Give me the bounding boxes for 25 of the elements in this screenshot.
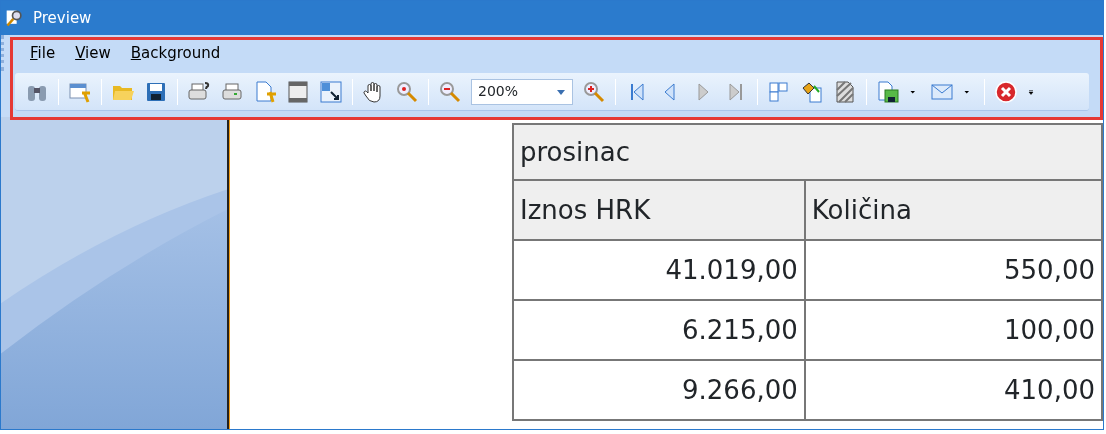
menu-item[interactable]: View <box>65 41 121 65</box>
zoom-out-icon[interactable] <box>438 79 462 104</box>
menu-item[interactable]: File <box>20 41 66 65</box>
table-cell: 6.215,00 <box>513 300 805 360</box>
table-cell: 550,00 <box>804 240 1102 300</box>
hatched-page-icon[interactable] <box>833 79 857 104</box>
table-cell: 9.266,00 <box>513 360 805 420</box>
column-header: Količina <box>804 180 1102 240</box>
save-page-icon[interactable] <box>876 79 900 104</box>
window-title: Preview <box>33 7 92 29</box>
close-icon[interactable] <box>994 79 1018 104</box>
table-cell: 410,00 <box>804 360 1102 420</box>
zoom-in-icon[interactable] <box>582 79 606 104</box>
menu-item[interactable]: Background <box>120 41 231 65</box>
column-header: Iznos HRK <box>513 180 805 240</box>
zoom-combo[interactable]: 200% <box>471 78 573 105</box>
table-cell: 100,00 <box>804 300 1102 360</box>
zoom-icon[interactable] <box>395 79 419 104</box>
table-cell: 41.019,00 <box>513 240 805 300</box>
magnifier-icon <box>5 8 25 28</box>
group-header-cell: prosinac <box>513 124 1102 180</box>
pages-icon[interactable] <box>767 79 791 104</box>
resize-icon[interactable] <box>319 79 343 104</box>
page-wrench-icon[interactable] <box>253 79 277 104</box>
page-setup-icon[interactable] <box>286 79 310 104</box>
